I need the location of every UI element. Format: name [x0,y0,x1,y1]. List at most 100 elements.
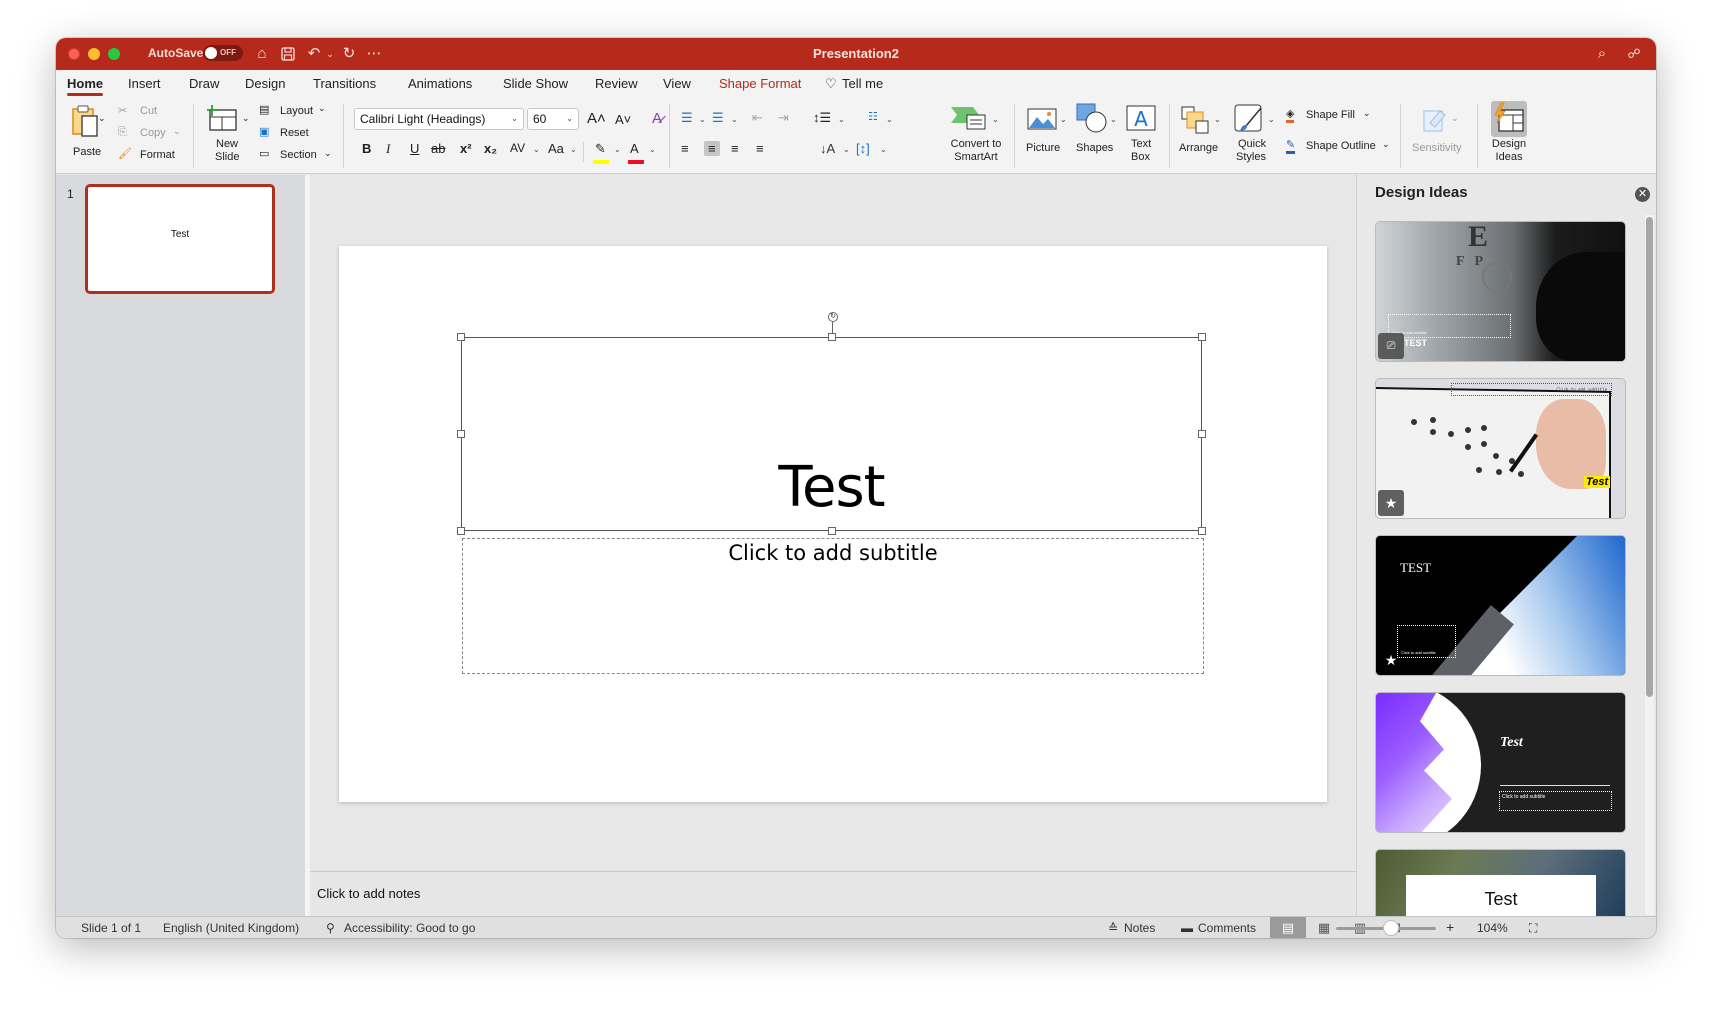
section-button[interactable]: Section [280,149,317,161]
chevron-down-icon[interactable]: ⌄ [886,115,893,124]
resize-handle-w[interactable] [457,430,465,438]
shapes-icon[interactable] [1076,103,1108,138]
chevron-down-icon[interactable]: ⌄ [1382,139,1390,150]
tab-insert[interactable]: Insert [128,76,161,91]
design-idea-space[interactable]: TEST Click to add subtitle ★ [1375,535,1626,676]
design-idea-eye-chart[interactable]: E FP Click to add subtitle TEST ⎚ [1375,221,1626,362]
text-direction-button[interactable]: ↓A [820,141,835,156]
resize-handle-n[interactable] [828,333,836,341]
layout-button[interactable]: Layout [280,105,313,117]
convert-smartart-label-2[interactable]: SmartArt [944,151,1008,164]
notes-pane[interactable]: Click to add notes [310,871,1356,916]
resize-handle-se[interactable] [1198,527,1206,535]
tab-home[interactable]: Home [67,76,104,96]
chevron-down-icon[interactable]: ⌄ [614,145,621,154]
shape-outline-button[interactable]: Shape Outline [1306,140,1376,152]
chevron-down-icon[interactable]: ⌄ [1060,115,1067,124]
accessibility-status[interactable]: Accessibility: Good to go [344,921,475,935]
arrange-icon[interactable] [1181,106,1211,139]
numbering-button[interactable]: ☰ [712,110,724,126]
title-placeholder[interactable]: ↻ Test [457,312,1206,535]
reset-button[interactable]: Reset [280,127,309,139]
clear-formatting-button[interactable]: A̷ [652,110,662,127]
chevron-down-icon[interactable]: ⌄ [843,145,850,154]
decrease-indent-button[interactable]: ⇤ [752,110,763,126]
chevron-down-icon[interactable]: ⌄ [1110,115,1117,124]
align-right-button[interactable]: ≡ [731,141,739,156]
notes-toggle[interactable]: Notes [1124,921,1155,935]
change-case-button[interactable]: Aa [548,141,564,156]
picture-icon[interactable] [1027,108,1057,135]
highlight-icon[interactable]: ✎ [595,141,606,157]
bullets-button[interactable]: ☰ [681,110,693,126]
font-color-icon[interactable]: A [630,141,639,156]
design-ideas-label-1[interactable]: Design [1491,138,1527,151]
increase-font-size-button[interactable]: A˄ [587,110,606,127]
bold-button[interactable]: B [362,141,371,156]
smartart-icon[interactable] [951,105,989,136]
tab-view[interactable]: View [663,76,691,91]
resize-handle-ne[interactable] [1198,333,1206,341]
shape-fill-button[interactable]: Shape Fill [1306,109,1355,121]
character-spacing-button[interactable]: AV [510,141,525,155]
chevron-down-icon[interactable]: ⌄ [533,145,540,154]
rotate-handle[interactable]: ↻ [828,312,838,322]
chevron-down-icon[interactable]: ⌄ [992,115,999,124]
text-box-label-2[interactable]: Box [1131,151,1150,164]
convert-smartart-label-1[interactable]: Convert to [944,138,1008,151]
text-box-label-1[interactable]: Text [1131,138,1151,151]
sensitivity-label[interactable]: Sensitivity [1412,142,1462,155]
scrollbar-thumb[interactable] [1646,217,1653,697]
section-dropdown-icon[interactable]: ⌄ [324,148,332,159]
cut-button[interactable]: Cut [140,105,157,117]
slide-title-text[interactable]: Test [462,455,1201,520]
notes-placeholder[interactable]: Click to add notes [317,886,420,901]
increase-indent-button[interactable]: ⇥ [778,110,789,126]
chevron-down-icon[interactable]: ⌄ [838,115,845,124]
layout-dropdown-icon[interactable]: ⌄ [318,103,326,114]
underline-button[interactable]: U [410,141,419,156]
tab-shape-format[interactable]: Shape Format [719,76,801,91]
quick-styles-label-2[interactable]: Styles [1236,151,1266,164]
font-name-select[interactable]: Calibri Light (Headings) ⌄ [354,108,524,130]
columns-button[interactable]: ☷ [868,110,878,123]
tab-tell-me[interactable]: Tell me [842,76,883,91]
superscript-button[interactable]: x² [460,141,472,156]
strikethrough-button[interactable]: ab [431,141,445,156]
copy-dropdown-icon[interactable]: ⌄ [173,126,181,137]
quick-styles-icon[interactable] [1234,104,1264,139]
subscript-button[interactable]: x₂ [484,141,497,156]
tab-review[interactable]: Review [595,76,638,91]
resize-handle-e[interactable] [1198,430,1206,438]
language[interactable]: English (United Kingdom) [163,921,299,935]
format-painter-button[interactable]: Format [140,149,175,161]
line-spacing-button[interactable]: ↕☰ [813,110,831,126]
sensitivity-icon[interactable] [1422,105,1448,138]
italic-button[interactable]: I [386,141,390,157]
shapes-label[interactable]: Shapes [1076,142,1113,155]
justify-button[interactable]: ≡ [756,141,764,156]
chevron-down-icon[interactable]: ⌄ [649,145,656,154]
chevron-down-icon[interactable]: ⌄ [1214,115,1221,124]
slide[interactable]: ↻ Test Click to add subtitle [339,246,1327,802]
subtitle-placeholder[interactable]: Click to add subtitle [462,538,1204,674]
zoom-level[interactable]: 104% [1477,921,1508,935]
search-icon[interactable]: ⌕ [1592,44,1612,64]
collaborate-icon[interactable]: ☍ [1624,44,1644,64]
align-text-button[interactable]: [↕] [856,141,870,156]
subtitle-placeholder-text[interactable]: Click to add subtitle [463,541,1203,565]
design-idea-answer-sheet[interactable]: Click to add subtitle Test ★ [1375,378,1626,519]
slide-thumbnail[interactable]: Test [85,184,275,294]
close-icon[interactable]: ✕ [1635,187,1650,202]
tab-draw[interactable]: Draw [189,76,219,91]
design-ideas-label-2[interactable]: Ideas [1491,151,1527,164]
zoom-in-button[interactable]: + [1446,919,1454,935]
arrange-label[interactable]: Arrange [1179,142,1218,155]
zoom-slider-knob[interactable] [1383,920,1399,936]
design-ideas-scrollbar[interactable] [1645,215,1654,915]
new-slide-dropdown-icon[interactable]: ⌄ [242,112,250,125]
decrease-font-size-button[interactable]: A˅ [615,112,631,127]
fit-to-window-icon[interactable]: ⛶ [1529,921,1537,936]
copy-button[interactable]: Copy [140,127,166,139]
comments-toggle[interactable]: Comments [1198,921,1256,935]
